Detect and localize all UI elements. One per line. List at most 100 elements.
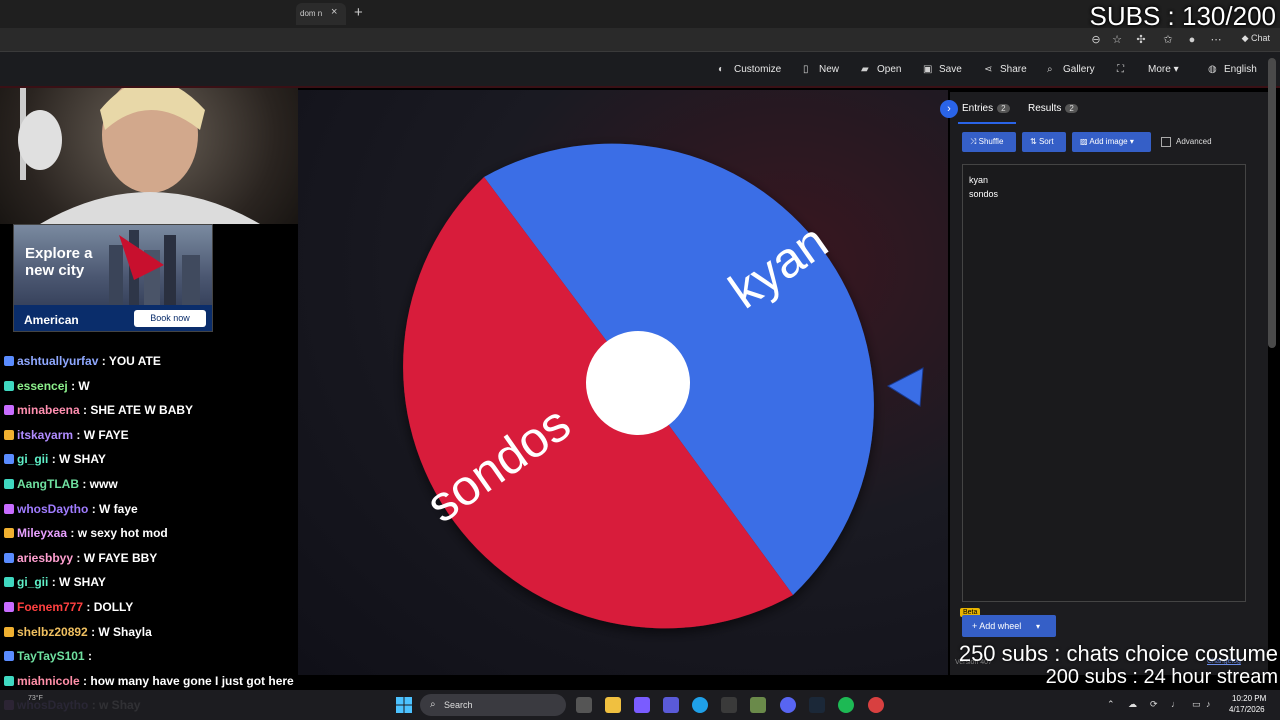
discord-icon[interactable] <box>780 697 796 713</box>
chat-username[interactable]: Foenem777 <box>17 600 83 614</box>
tab-close-icon[interactable]: × <box>331 6 337 18</box>
chat-message: AangTLAB : www <box>4 477 118 501</box>
chat-badge-icon <box>4 479 14 489</box>
shuffle-button[interactable]: ⤨ Shuffle <box>962 132 1016 152</box>
tab-entries[interactable]: Entries 2 <box>962 103 1010 114</box>
panel-tabs: › Entries 2 Results 2 <box>940 92 1268 124</box>
chat-username[interactable]: TayTayS101 <box>17 649 85 663</box>
fullscreen-icon: ⛶ <box>1117 64 1124 75</box>
display-icon[interactable]: ▭ <box>1192 699 1201 710</box>
language-selector[interactable]: ◍ English <box>1208 64 1257 75</box>
chat-message: shelbz20892 : W Shayla <box>4 625 152 649</box>
chat-username[interactable]: whosDaytho <box>17 502 88 516</box>
more-menu[interactable]: More ▾ <box>1148 64 1179 75</box>
favorite-star-icon[interactable]: ☆ <box>1110 33 1124 47</box>
store-icon[interactable] <box>721 697 737 713</box>
chat-message: gi_gii : W SHAY <box>4 452 106 476</box>
ad-banner[interactable]: Explore a new city American Book now <box>13 224 213 332</box>
chat-message: Mileyxaa : w sexy hot mod <box>4 526 168 550</box>
taskbar-search[interactable]: Search <box>420 694 566 716</box>
customize-label: Customize <box>734 64 782 75</box>
tray-chevron-icon[interactable]: ⌃ <box>1107 699 1115 710</box>
chat-badge-icon <box>4 503 14 514</box>
volume-icon[interactable]: ♪ <box>1206 699 1211 709</box>
chat-badge-icon <box>4 626 14 637</box>
chat-username[interactable]: essencej <box>17 379 68 393</box>
more-label: More <box>1148 64 1171 75</box>
sync-icon[interactable]: ⟳ <box>1150 699 1158 710</box>
mic-icon[interactable]: ♩ <box>1171 699 1180 709</box>
cloud-icon[interactable]: ☁ <box>1128 699 1137 710</box>
goal-line-costume: 250 subs : chats choice costume <box>958 641 1278 666</box>
chat-username[interactable]: ariesbbyy <box>17 551 73 565</box>
save-button[interactable]: ▣ Save <box>923 64 962 75</box>
add-wheel-button[interactable]: + Add wheel <box>962 615 1056 637</box>
collapse-panel-icon[interactable]: › <box>940 100 958 118</box>
browser-menu-icon[interactable]: ⋯ <box>1209 33 1223 47</box>
windows-start-icon[interactable] <box>396 697 412 713</box>
tab-results[interactable]: Results 2 <box>1028 103 1078 114</box>
chat-message-text: : W SHAY <box>51 452 106 467</box>
file-explorer-icon[interactable] <box>605 697 621 713</box>
new-file-icon: ▯ <box>803 64 809 75</box>
chat-message: gi_gii : W SHAY <box>4 575 106 599</box>
share-button[interactable]: ⋖ Share <box>984 64 1027 75</box>
sort-label: Sort <box>1038 137 1054 146</box>
extensions-icon[interactable]: ✣ <box>1134 33 1148 47</box>
copilot-icon[interactable] <box>634 697 650 713</box>
page-scrollbar[interactable] <box>1268 58 1276 348</box>
goal-line-stream: 200 subs : 24 hour stream <box>1045 666 1278 688</box>
customize-button[interactable]: ◐ Customize <box>718 64 781 75</box>
entries-textarea[interactable]: kyan sondos <box>962 164 1246 602</box>
task-view-icon[interactable] <box>576 697 592 713</box>
new-label: New <box>819 64 840 75</box>
browser-tab[interactable]: dom n <box>296 3 346 25</box>
chat-message: ariesbbyy : W FAYE BBY <box>4 551 157 575</box>
image-icon: ▨ <box>1080 137 1088 146</box>
clock-time[interactable]: 10:20 PM <box>1232 694 1266 703</box>
chat-username[interactable]: Mileyxaa <box>17 526 67 540</box>
ad-brand: American <box>24 313 79 327</box>
chat-message-text: : SHE ATE W BABY <box>83 403 194 418</box>
profile-avatar-icon[interactable]: ● <box>1185 33 1199 47</box>
chat-username[interactable]: AangTLAB <box>17 477 79 491</box>
fullscreen-button[interactable]: ⛶ <box>1117 64 1133 75</box>
teams-icon[interactable] <box>663 697 679 713</box>
chat-message-text: : w sexy hot mod <box>70 526 168 541</box>
app-icon[interactable] <box>750 697 766 713</box>
steam-icon[interactable] <box>809 697 825 713</box>
chat-message: minabeena : SHE ATE W BABY <box>4 403 193 427</box>
obs-icon[interactable] <box>868 697 884 713</box>
clock-date[interactable]: 4/17/2026 <box>1229 705 1265 714</box>
chat-username[interactable]: gi_gii <box>17 575 48 589</box>
new-button[interactable]: ▯ New <box>803 64 839 75</box>
chat-username[interactable]: shelbz20892 <box>17 625 88 639</box>
reader-icon[interactable]: ⊖ <box>1089 33 1103 47</box>
edge-icon[interactable] <box>692 697 708 713</box>
chat-label: Chat <box>1250 33 1270 43</box>
chat-username[interactable]: miahnicole <box>17 674 80 688</box>
chat-badge-icon <box>4 380 14 391</box>
add-wheel-dropdown-icon[interactable]: ▾ <box>1036 622 1040 631</box>
weather-widget[interactable]: 73°F <box>28 695 43 702</box>
spotify-icon[interactable] <box>838 697 854 713</box>
add-image-button[interactable]: ▨ Add image ▾ <box>1072 132 1151 152</box>
share-icon: ⋖ <box>984 64 993 75</box>
chat-username[interactable]: ashtuallyurfav <box>17 354 98 368</box>
save-label: Save <box>939 64 962 75</box>
open-button[interactable]: ▰ Open <box>861 64 901 75</box>
shuffle-icon: ⤨ <box>970 137 977 146</box>
chat-username[interactable]: itskayarm <box>17 428 73 442</box>
copilot-chat-button[interactable]: ◆ Chat <box>1242 33 1270 44</box>
wheel-center[interactable] <box>586 331 690 435</box>
sort-button[interactable]: ⇅ Sort <box>1022 132 1066 152</box>
gallery-button[interactable]: ⌕ Gallery <box>1047 64 1095 75</box>
ad-book-now-button[interactable]: Book now <box>134 310 206 327</box>
chat-username[interactable]: minabeena <box>17 403 80 417</box>
new-tab-button[interactable]: + <box>354 4 363 21</box>
chat-username[interactable]: gi_gii <box>17 452 48 466</box>
wheel[interactable]: kyan sondos <box>298 90 948 675</box>
advanced-checkbox[interactable] <box>1161 137 1171 147</box>
add-wheel-label: Add wheel <box>979 621 1022 631</box>
favorites-icon[interactable]: ✩ <box>1161 33 1175 47</box>
